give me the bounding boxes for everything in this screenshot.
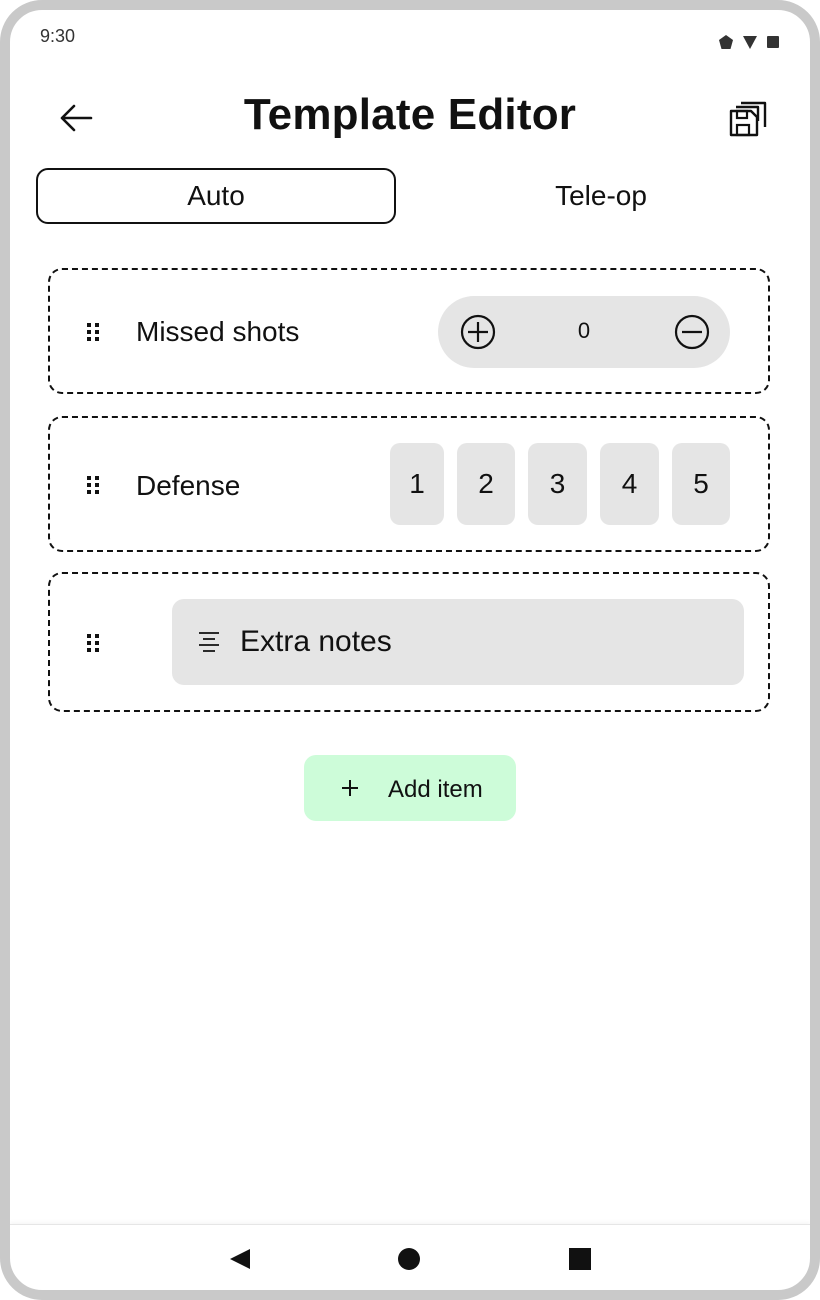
item-label: Defense: [136, 470, 241, 501]
rating-scale: 1 2 3 4 5: [390, 443, 735, 525]
save-all-icon: [729, 101, 767, 137]
app-header: Template Editor: [10, 80, 810, 160]
drag-handle-icon[interactable]: [86, 633, 100, 653]
save-button[interactable]: [724, 94, 772, 142]
rating-option-5[interactable]: 5: [672, 443, 730, 525]
rating-option-2[interactable]: 2: [457, 443, 515, 525]
add-item-button[interactable]: Add item: [304, 755, 516, 821]
tab-teleop[interactable]: Tele-op: [421, 168, 781, 224]
add-item-label: Add item: [388, 776, 483, 803]
item-label: Missed shots: [136, 316, 300, 347]
template-item-defense: Defense 1 2 3 4 5: [48, 416, 770, 552]
battery-square-icon: [767, 36, 779, 48]
page-title: Template Editor: [243, 90, 577, 139]
rating-option-3[interactable]: 3: [528, 443, 587, 525]
align-center-icon: [199, 632, 219, 652]
back-triangle-icon[interactable]: [228, 1247, 252, 1271]
status-time: 9:30: [40, 26, 76, 46]
rating-option-1[interactable]: 1: [390, 443, 444, 525]
device-frame: 9:30 Template Editor Auto Tele-op Missed…: [0, 0, 820, 1300]
status-icons: [718, 34, 780, 50]
drag-handle-icon[interactable]: [86, 322, 100, 342]
signal-triangle-icon: [743, 36, 757, 49]
pentagon-icon: [719, 35, 733, 49]
minus-circle-icon[interactable]: [674, 314, 710, 350]
tab-auto[interactable]: Auto: [36, 168, 396, 224]
template-item-extra-notes: Extra notes: [48, 572, 770, 712]
extra-notes-field[interactable]: Extra notes: [172, 599, 744, 685]
tab-bar: Auto Tele-op: [36, 168, 796, 224]
home-circle-icon[interactable]: [397, 1247, 421, 1271]
recents-square-icon[interactable]: [568, 1247, 592, 1271]
counter-control: 0: [438, 296, 730, 368]
system-nav-bar: [10, 1224, 810, 1290]
template-item-missed-shots: Missed shots 0: [48, 268, 770, 394]
drag-handle-icon[interactable]: [86, 475, 100, 495]
plus-icon: [342, 780, 358, 796]
status-bar: 9:30: [10, 10, 810, 70]
rating-option-4[interactable]: 4: [600, 443, 659, 525]
extra-notes-label: Extra notes: [240, 625, 392, 658]
